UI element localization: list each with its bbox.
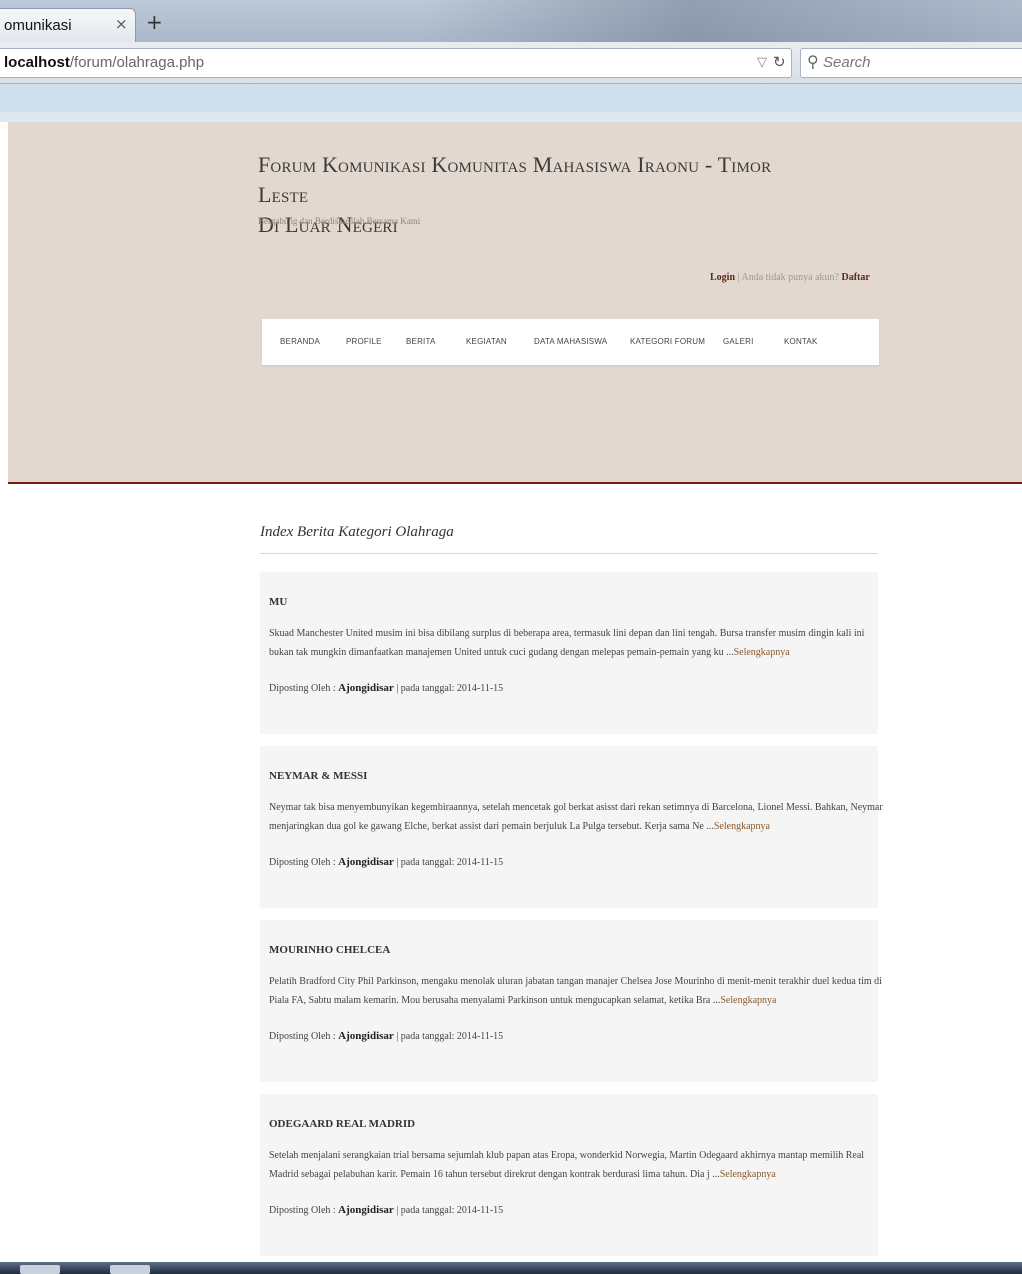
- post-excerpt-text: Pelatih Bradford City Phil Parkinson, me…: [269, 976, 882, 1006]
- section-title: Index Berita Kategori Olahraga: [260, 524, 454, 540]
- post-date: 2014-11-15: [456, 1031, 504, 1042]
- post-excerpt-text: Neymar tak bisa menyembunyikan kegembira…: [269, 802, 883, 832]
- login-link[interactable]: Login: [710, 272, 735, 283]
- tab-title: omunikasi: [4, 17, 72, 34]
- post-excerpt: Setelah menjalani serangkaian trial bers…: [269, 1146, 885, 1184]
- read-more-link[interactable]: Selengkapnya: [720, 1169, 776, 1180]
- window-titlebar: [420, 0, 1022, 42]
- site-tagline: Bergabung dan Berdiskusilah Bersama Kami: [258, 216, 421, 226]
- site-header: Forum Komunikasi Komunitas Mahasiswa Ira…: [8, 122, 1022, 484]
- post-meta: Diposting Oleh : Ajongidisar | pada tang…: [269, 1204, 503, 1216]
- post-meta: Diposting Oleh : Ajongidisar | pada tang…: [269, 856, 503, 868]
- taskbar-button[interactable]: [110, 1265, 150, 1274]
- read-more-link[interactable]: Selengkapnya: [734, 647, 790, 658]
- meta-prefix: Diposting Oleh :: [269, 857, 336, 868]
- nav-item-profile[interactable]: PROFILE: [346, 337, 382, 346]
- meta-prefix: Diposting Oleh :: [269, 1031, 336, 1042]
- close-icon[interactable]: ×: [115, 15, 128, 33]
- nav-item-data-mahasiswa[interactable]: DATA MAHASISWA: [534, 337, 607, 346]
- post-card: MOURINHO CHELCEA Pelatih Bradford City P…: [260, 920, 882, 1082]
- section-divider: [260, 553, 878, 554]
- new-tab-icon[interactable]: +: [146, 12, 163, 32]
- meta-prefix: Diposting Oleh :: [269, 683, 336, 694]
- post-meta: Diposting Oleh : Ajongidisar | pada tang…: [269, 682, 503, 694]
- nav-item-beranda[interactable]: BERANDA: [280, 337, 320, 346]
- post-card: NEYMAR & MESSI Neymar tak bisa menyembun…: [260, 746, 883, 908]
- post-card: ODEGAARD REAL MADRID Setelah menjalani s…: [260, 1094, 878, 1256]
- reload-icon[interactable]: ↻: [773, 53, 786, 71]
- post-meta: Diposting Oleh : Ajongidisar | pada tang…: [269, 1030, 503, 1042]
- login-bar: Login | Anda tidak punya akun? Daftar: [710, 272, 870, 283]
- url-path: /forum/olahraga.php: [69, 54, 205, 71]
- post-excerpt: Neymar tak bisa menyembunyikan kegembira…: [269, 798, 885, 836]
- post-author[interactable]: Ajongidisar: [338, 1204, 394, 1216]
- post-excerpt: Skuad Manchester United musim ini bisa d…: [269, 624, 885, 662]
- post-author[interactable]: Ajongidisar: [338, 856, 394, 868]
- main-nav: BERANDA PROFILE BERITA KEGIATAN DATA MAH…: [262, 319, 879, 365]
- taskbar-button[interactable]: [20, 1265, 60, 1274]
- nav-item-kegiatan[interactable]: KEGIATAN: [466, 337, 507, 346]
- post-date: 2014-11-15: [456, 1205, 504, 1216]
- toolbar-spacer-bottom: [0, 112, 1022, 122]
- post-date: 2014-11-15: [456, 857, 504, 868]
- meta-date-prefix: | pada tanggal:: [396, 1205, 455, 1216]
- search-icon: ⚲: [807, 52, 819, 71]
- post-title[interactable]: ODEGAARD REAL MADRID: [269, 1118, 415, 1130]
- post-author[interactable]: Ajongidisar: [338, 1030, 394, 1042]
- post-author[interactable]: Ajongidisar: [338, 682, 394, 694]
- site-title[interactable]: Forum Komunikasi Komunitas Mahasiswa Ira…: [258, 150, 818, 240]
- site-title-line1: Forum Komunikasi Komunitas Mahasiswa Ira…: [258, 152, 772, 207]
- read-more-link[interactable]: Selengkapnya: [714, 821, 770, 832]
- post-date: 2014-11-15: [456, 683, 504, 694]
- search-placeholder: Search: [823, 54, 871, 71]
- os-taskbar: [0, 1262, 1022, 1274]
- nav-item-kontak[interactable]: KONTAK: [784, 337, 818, 346]
- meta-date-prefix: | pada tanggal:: [396, 857, 455, 868]
- url-host: localhost: [4, 54, 70, 71]
- post-card: MU Skuad Manchester United musim ini bis…: [260, 572, 878, 734]
- navigation-toolbar: localhost/forum/olahraga.php ▽ ↻ ⚲ Searc…: [0, 42, 1022, 84]
- meta-date-prefix: | pada tanggal:: [396, 683, 455, 694]
- search-input[interactable]: ⚲ Search: [800, 48, 1022, 78]
- nav-item-kategori-forum[interactable]: KATEGORI FORUM: [630, 337, 705, 346]
- nav-item-galeri[interactable]: GALERI: [723, 337, 754, 346]
- nav-item-berita[interactable]: BERITA: [406, 337, 436, 346]
- post-excerpt: Pelatih Bradford City Phil Parkinson, me…: [269, 972, 885, 1010]
- post-title[interactable]: MU: [269, 596, 287, 608]
- browser-tab[interactable]: omunikasi ×: [0, 8, 136, 42]
- login-separator: |: [737, 272, 740, 283]
- url-text: localhost/forum/olahraga.php: [4, 54, 204, 71]
- browser-tab-bar: omunikasi × +: [0, 0, 1022, 42]
- meta-prefix: Diposting Oleh :: [269, 1205, 336, 1216]
- meta-date-prefix: | pada tanggal:: [396, 1031, 455, 1042]
- register-link[interactable]: Daftar: [841, 272, 869, 283]
- post-title[interactable]: MOURINHO CHELCEA: [269, 944, 390, 956]
- no-account-text: Anda tidak punya akun?: [741, 272, 839, 283]
- read-more-link[interactable]: Selengkapnya: [720, 995, 776, 1006]
- history-dropdown-icon[interactable]: ▽: [757, 55, 767, 70]
- address-bar[interactable]: localhost/forum/olahraga.php ▽ ↻: [0, 48, 792, 78]
- post-title[interactable]: NEYMAR & MESSI: [269, 770, 367, 782]
